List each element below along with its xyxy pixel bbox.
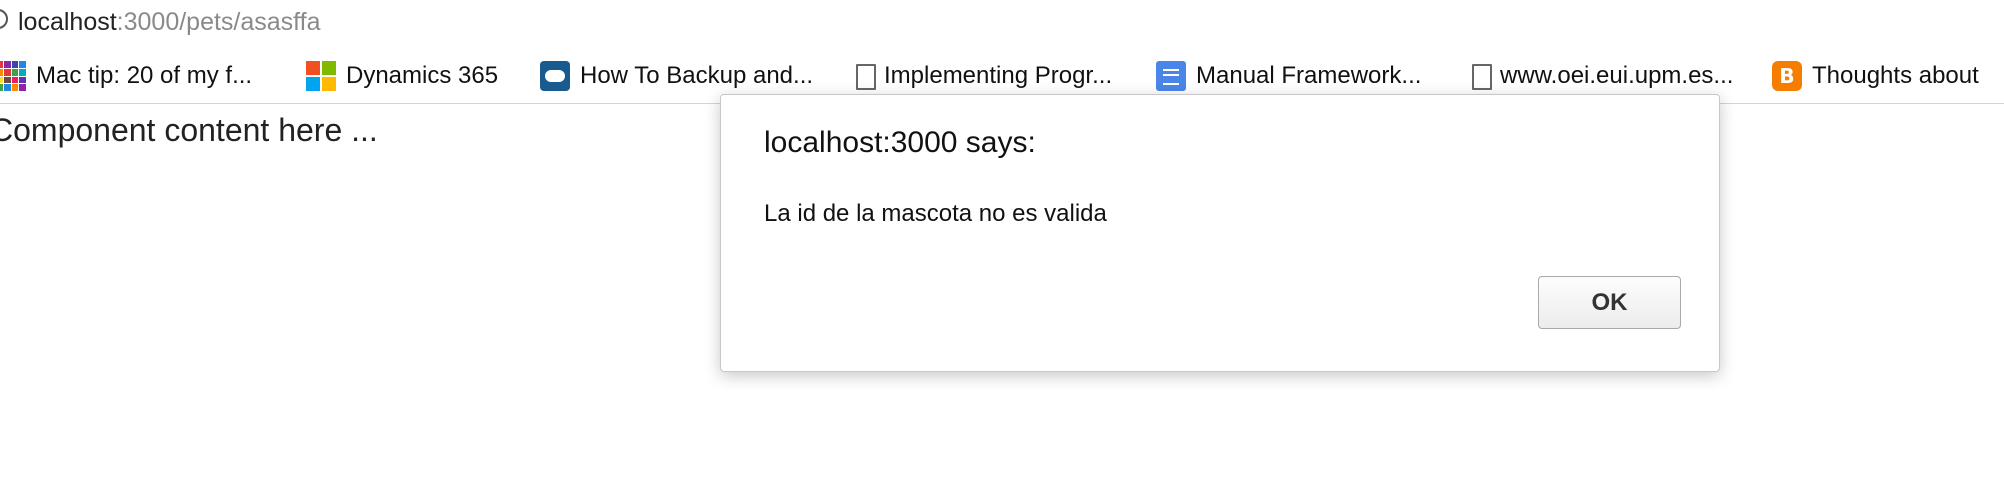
cloud-icon: [540, 61, 570, 91]
bookmark-label: How To Backup and...: [580, 62, 814, 89]
bookmark-oei-upm[interactable]: www.oei.eui.upm.es...: [1468, 56, 1733, 96]
bookmark-label: Manual Framework...: [1196, 62, 1422, 89]
bookmark-label: Implementing Progr...: [884, 62, 1113, 89]
url-field[interactable]: localhost:3000/pets/asasffa: [18, 7, 321, 37]
bookmark-implementing-progr[interactable]: Implementing Progr...: [852, 56, 1112, 96]
bookmark-how-to-backup[interactable]: How To Backup and...: [540, 56, 813, 96]
blogger-icon: [1772, 61, 1802, 91]
dialog-title: localhost:3000 says:: [764, 126, 1036, 159]
bookmark-label: Mac tip: 20 of my f...: [36, 62, 253, 89]
url-path: :3000/pets/asasffa: [116, 8, 321, 36]
bookmark-dynamics-365[interactable]: Dynamics 365: [306, 56, 498, 96]
bookmark-mac-tip[interactable]: Mac tip: 20 of my f...: [0, 56, 252, 96]
bookmark-label: www.oei.eui.upm.es...: [1500, 62, 1734, 89]
alert-dialog: localhost:3000 says: La id de la mascota…: [720, 94, 1720, 372]
info-icon[interactable]: [0, 9, 8, 29]
app-grid-icon: [0, 61, 26, 91]
google-docs-icon: [1156, 61, 1186, 91]
bookmark-thoughts-about[interactable]: Thoughts about: [1772, 56, 1979, 96]
microsoft-logo-icon: [306, 61, 336, 91]
document-icon: [852, 61, 876, 91]
dialog-message: La id de la mascota no es valida: [764, 200, 1107, 227]
address-bar[interactable]: localhost:3000/pets/asasffa: [0, 0, 2004, 46]
bookmark-label: Dynamics 365: [346, 62, 499, 89]
bookmark-label: Thoughts about: [1812, 62, 1979, 89]
ok-button[interactable]: OK: [1538, 276, 1681, 329]
component-content-text: Component content here ...: [0, 112, 378, 148]
document-icon: [1468, 61, 1492, 91]
url-host: localhost: [18, 8, 117, 36]
bookmark-manual-framework[interactable]: Manual Framework...: [1156, 56, 1421, 96]
